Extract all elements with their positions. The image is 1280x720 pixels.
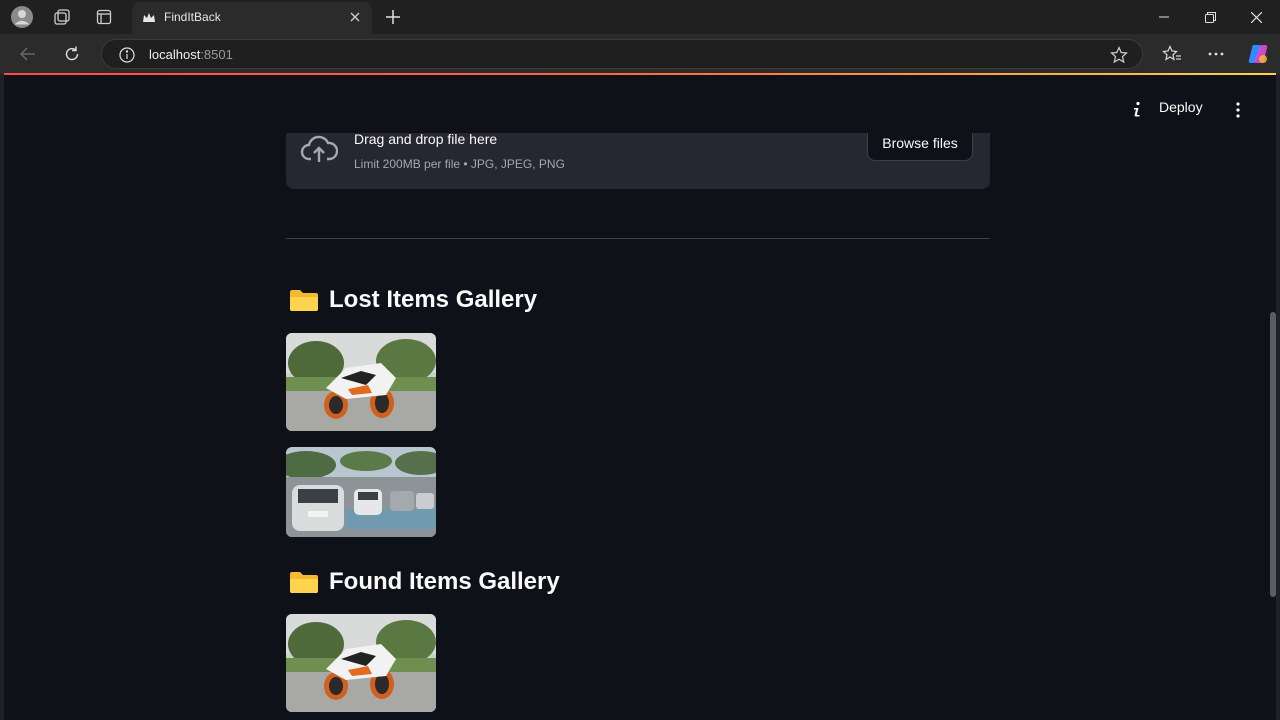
url-host: localhost [149, 47, 201, 62]
streamlit-crown-icon [143, 13, 155, 22]
app-info-icon[interactable] [1131, 101, 1143, 117]
close-window-icon[interactable] [1233, 0, 1279, 34]
section-divider [286, 238, 990, 239]
file-uploader-dropzone[interactable]: Drag and drop file here Limit 200MB per … [286, 125, 990, 189]
tab-title: FindItBack [164, 10, 221, 24]
main-menu-icon[interactable] [1236, 102, 1240, 118]
found-item-image-motorcycle [286, 614, 436, 712]
workspaces-icon[interactable] [50, 5, 74, 29]
uploader-limit-text: Limit 200MB per file • JPG, JPEG, PNG [354, 157, 565, 171]
back-icon[interactable] [16, 42, 40, 66]
favorite-star-icon[interactable] [1110, 46, 1128, 64]
cloud-upload-icon [300, 135, 338, 162]
app-header: Deploy [4, 75, 1268, 133]
url-port: :8501 [200, 47, 233, 62]
more-options-icon[interactable] [1204, 42, 1228, 66]
tab-finditback[interactable]: FindItBack [132, 2, 372, 34]
browser-tab-bar: FindItBack [0, 0, 1280, 34]
url-text: localhost:8501 [149, 47, 233, 62]
lost-item-image-motorcycle [286, 333, 436, 431]
favorites-icon[interactable] [1160, 42, 1184, 66]
close-tab-icon[interactable] [346, 8, 364, 26]
app-page: Drag and drop file here Limit 200MB per … [4, 75, 1276, 720]
folder-icon [290, 290, 318, 311]
address-bar[interactable]: localhost:8501 [101, 39, 1143, 69]
profile-avatar-icon[interactable] [10, 5, 34, 29]
refresh-icon[interactable] [60, 42, 84, 66]
restore-icon[interactable] [1187, 0, 1233, 34]
tab-actions-icon[interactable] [92, 5, 116, 29]
minimize-icon[interactable] [1141, 0, 1187, 34]
found-gallery-title: Found Items Gallery [329, 568, 560, 595]
lost-gallery-heading: Lost Items Gallery [289, 283, 537, 317]
new-tab-icon[interactable] [381, 5, 405, 29]
found-gallery-heading: Found Items Gallery [289, 565, 560, 599]
browser-toolbar: localhost:8501 [0, 34, 1280, 74]
page-scrollbar[interactable] [1270, 312, 1276, 597]
lost-gallery-title: Lost Items Gallery [329, 286, 538, 313]
site-info-icon[interactable] [119, 47, 135, 63]
uploader-title: Drag and drop file here [354, 131, 498, 147]
lost-item-image-parked-cars [286, 447, 436, 537]
deploy-button[interactable]: Deploy [1159, 99, 1203, 115]
folder-icon [290, 572, 318, 593]
copilot-icon[interactable] [1246, 42, 1270, 66]
